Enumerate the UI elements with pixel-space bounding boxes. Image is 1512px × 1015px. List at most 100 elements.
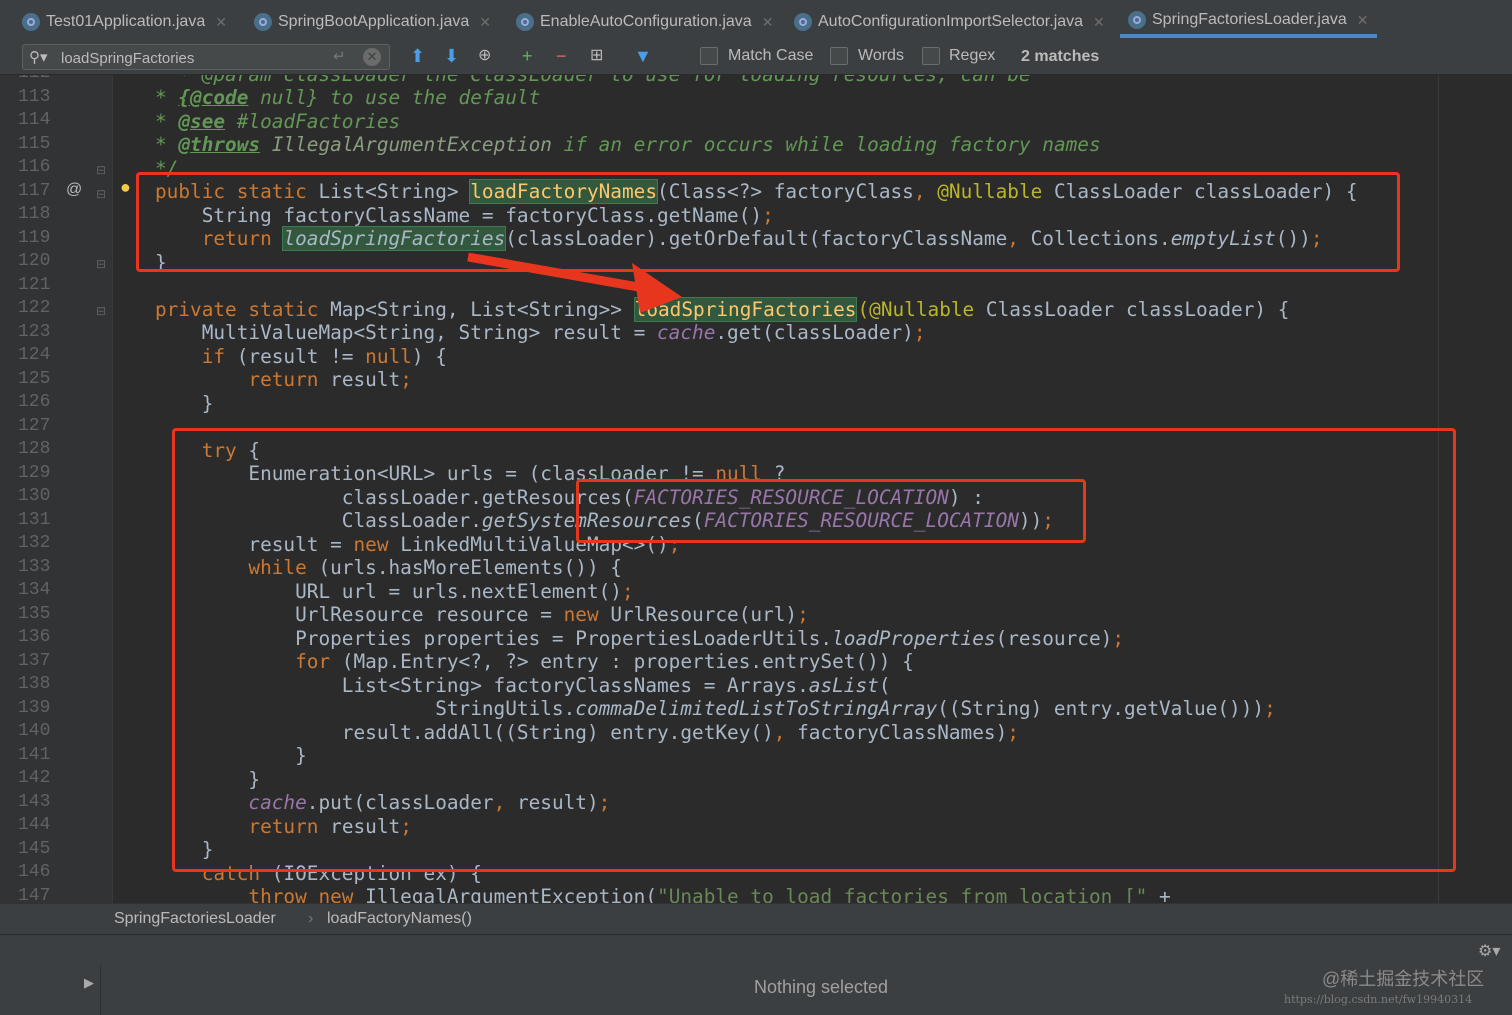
line-number: 125 [18, 368, 51, 389]
line-number: 120 [18, 251, 51, 271]
code-line: return result; [248, 815, 412, 838]
code-line: result.addAll((String) entry.getKey(), f… [341, 721, 1019, 744]
close-icon[interactable]: ✕ [762, 14, 774, 31]
code-line: UrlResource resource = new UrlResource(u… [295, 603, 809, 626]
find-bar: ⚲▾ ↵ ✕ ⬆ ⬇ ⊕ + − ⊞ ▼ Match Case Words Re… [0, 40, 1512, 75]
line-number: 116 [18, 157, 51, 177]
fold-icon[interactable]: ⊟ [96, 257, 106, 271]
regex-label: Regex [949, 47, 996, 64]
breadcrumb-method[interactable]: loadFactoryNames() [327, 910, 472, 928]
line-number: 144 [18, 815, 51, 835]
next-occurrence-icon[interactable]: ⬇ [444, 46, 459, 66]
code-line: for (Map.Entry<?, ?> entry : properties.… [295, 650, 914, 673]
filter-icon[interactable]: ▼ [634, 46, 652, 66]
line-number: 131 [18, 509, 51, 530]
fold-icon[interactable]: ⊟ [96, 304, 106, 318]
line-number: 119 [18, 227, 51, 248]
code-line: return loadSpringFactories(classLoader).… [201, 226, 1323, 251]
code-line: cache.put(classLoader, result); [248, 791, 611, 814]
find-all-icon[interactable]: ⊕ [478, 46, 491, 66]
line-number: 141 [18, 744, 51, 765]
code-line: * @throws IllegalArgumentException if an… [155, 133, 1101, 156]
clear-search-icon[interactable]: ✕ [363, 48, 381, 66]
code-line: MultiValueMap<String, String> result = c… [201, 321, 926, 344]
line-number: 133 [18, 556, 51, 577]
tab-test01application[interactable]: Test01Application.java ✕ [22, 6, 227, 38]
match-count: 2 matches [1021, 48, 1100, 65]
close-icon[interactable]: ✕ [1357, 12, 1369, 29]
regex-checkbox[interactable] [922, 47, 940, 65]
line-number: 114 [18, 110, 51, 130]
fold-icon[interactable]: ⊟ [96, 163, 106, 177]
code-editor[interactable]: 112 113 114 115 116 117 118 119 120 121 122 123 124 1… [0, 75, 1512, 903]
match-case-label: Match Case [728, 47, 814, 64]
line-number: 135 [18, 603, 51, 624]
code-line: URL url = urls.nextElement(); [295, 580, 634, 603]
watermark-text: @稀土掘金技术社区 [1322, 969, 1485, 989]
code-line: } [155, 251, 167, 274]
select-all-icon[interactable]: ⊞ [590, 46, 603, 66]
words-checkbox[interactable] [830, 47, 848, 65]
code-line: Properties properties = PropertiesLoader… [295, 627, 1124, 650]
line-number: 124 [18, 345, 51, 365]
code-line: return result; [248, 368, 412, 391]
java-class-icon [794, 13, 812, 31]
override-icon[interactable]: @ [66, 181, 82, 199]
code-line: public static List<String> loadFactoryNa… [155, 179, 1358, 204]
close-icon[interactable]: ✕ [479, 14, 491, 31]
tab-label: SpringFactoriesLoader.java [1152, 11, 1347, 28]
gear-icon[interactable]: ⚙▾ [1478, 941, 1500, 961]
line-number: 112 [18, 75, 58, 83]
code-line: if (result != null) { [201, 345, 447, 368]
java-class-icon [22, 13, 40, 31]
tab-label: AutoConfigurationImportSelector.java [818, 13, 1084, 30]
tab-autoconfigurationimportselector[interactable]: AutoConfigurationImportSelector.java ✕ [794, 6, 1105, 38]
close-icon[interactable]: ✕ [1093, 14, 1105, 31]
code-line: ClassLoader.getSystemResources(FACTORIES… [341, 509, 1054, 532]
code-line: List<String> factoryClassNames = Arrays.… [341, 674, 891, 697]
code-line: while (urls.hasMoreElements()) { [248, 556, 622, 579]
watermark-url: https://blog.csdn.net/fw19940314 [1284, 993, 1473, 1006]
tab-springbootapplication[interactable]: SpringBootApplication.java ✕ [254, 6, 491, 38]
tab-springfactoriesloader[interactable]: SpringFactoriesLoader.java ✕ [1120, 6, 1377, 38]
line-number: 132 [18, 533, 51, 553]
line-number: 126 [18, 392, 51, 412]
line-number: 136 [18, 627, 51, 647]
code-line: StringUtils.commaDelimitedListToStringAr… [435, 697, 1276, 720]
line-number: 137 [18, 650, 51, 671]
code-line: * {@code null} to use the default [155, 86, 541, 109]
remove-selection-icon[interactable]: − [556, 46, 567, 66]
prev-occurrence-icon[interactable]: ⬆ [410, 46, 425, 66]
words-label: Words [858, 47, 904, 64]
breadcrumb: SpringFactoriesLoader › loadFactoryNames… [0, 903, 1512, 934]
line-number: 127 [18, 415, 51, 436]
line-number: 129 [18, 462, 51, 483]
right-margin [1438, 75, 1439, 903]
search-icon[interactable]: ⚲▾ [29, 48, 48, 66]
line-number: 134 [18, 580, 51, 600]
code-line: } [248, 768, 261, 791]
line-number: 138 [18, 674, 51, 694]
newline-icon[interactable]: ↵ [333, 47, 346, 65]
structure-panel: ⚙▾ ▶ Nothing selected @稀土掘金技术社区 https://… [0, 934, 1512, 1015]
close-icon[interactable]: ✕ [215, 14, 227, 31]
code-line: classLoader.getResources(FACTORIES_RESOU… [341, 486, 984, 509]
java-class-icon [1128, 11, 1146, 29]
code-line: } [201, 392, 214, 415]
code-line: * @see #loadFactories [155, 110, 401, 133]
breadcrumb-class[interactable]: SpringFactoriesLoader [114, 910, 276, 928]
annotation-icon [254, 13, 272, 31]
search-input[interactable] [59, 47, 333, 69]
match-case-checkbox[interactable] [700, 47, 718, 65]
annotation-icon [516, 13, 534, 31]
line-number: 143 [18, 791, 51, 812]
search-field[interactable]: ⚲▾ ↵ ✕ [22, 44, 390, 70]
line-number: 123 [18, 321, 51, 342]
fold-icon[interactable]: ⊟ [96, 187, 106, 201]
bulb-icon[interactable]: ● [120, 177, 131, 198]
tab-enableautoconfiguration[interactable]: EnableAutoConfiguration.java ✕ [516, 6, 773, 38]
add-selection-icon[interactable]: + [522, 46, 533, 66]
line-number: 145 [18, 838, 51, 859]
line-number: 140 [18, 721, 51, 741]
code-line: } [295, 744, 307, 767]
